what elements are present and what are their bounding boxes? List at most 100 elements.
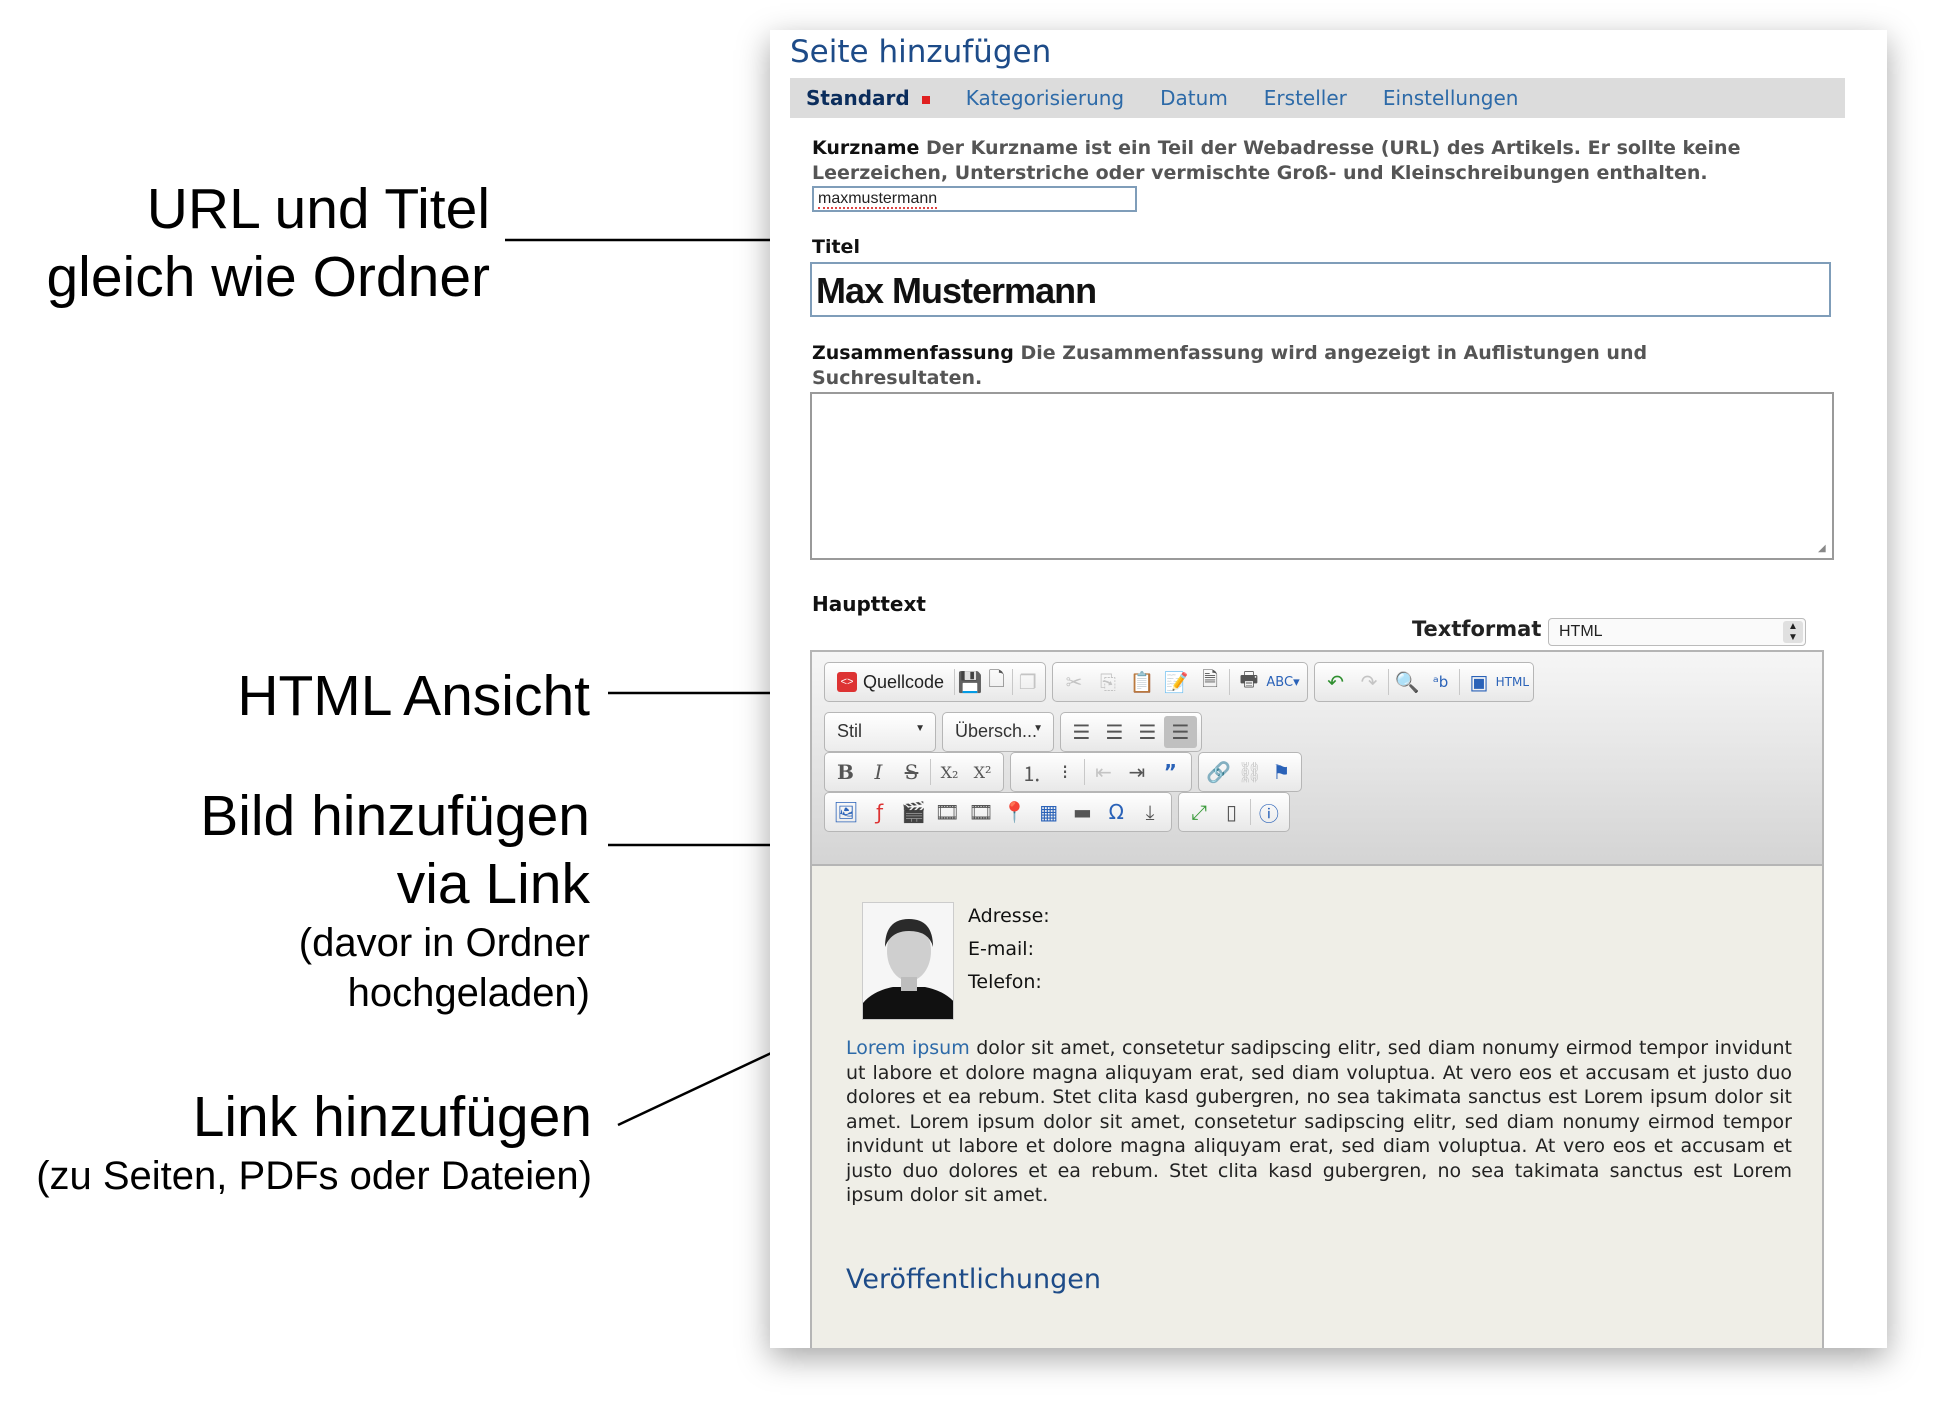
show-blocks-icon[interactable]: ▯ xyxy=(1215,796,1247,828)
horizontal-rule-icon[interactable]: ▬ xyxy=(1066,796,1100,828)
print-icon[interactable]: 🖶 xyxy=(1232,666,1266,698)
shortname-input[interactable]: maxmustermann xyxy=(812,186,1137,212)
contact-block: Adresse: E-mail: Telefon: xyxy=(968,900,1050,999)
numbered-list-icon[interactable]: ⒈ xyxy=(1015,756,1048,788)
blockquote-icon[interactable]: ” xyxy=(1154,756,1187,788)
templates-icon[interactable]: ❐ xyxy=(1015,666,1041,698)
tab-kategorisierung[interactable]: Kategorisierung xyxy=(966,86,1124,110)
rich-text-editor: <> Quellcode 💾 🗋 ❐ ✂ ⎘ 📋 📝 🗎 🖶 ABC▾ ↶ ↷ … xyxy=(810,650,1824,1348)
annotation-line: Link hinzufügen xyxy=(192,1085,592,1149)
subscript-icon[interactable]: X₂ xyxy=(933,756,966,788)
style-combo[interactable]: Stil ▼ xyxy=(824,712,936,752)
preview-icon[interactable]: 🗋 xyxy=(983,666,1009,698)
editor-content[interactable]: Adresse: E-mail: Telefon: Lorem ipsum do… xyxy=(812,866,1822,1348)
heading-combo-value: Übersch... xyxy=(955,721,1038,741)
summary-textarea[interactable]: ◢ xyxy=(810,392,1834,560)
indent-icon[interactable]: ⇥ xyxy=(1120,756,1153,788)
toolbar-group-basic-styles: B I S X₂ X² xyxy=(824,752,1004,792)
link-icon[interactable]: 🔗 xyxy=(1203,756,1234,788)
special-char-icon[interactable]: Ω xyxy=(1099,796,1133,828)
person-silhouette-icon xyxy=(863,903,953,1019)
toolbar-group-tools: ⤢ ▯ ⓘ xyxy=(1178,792,1290,832)
anchor-icon[interactable]: ⚑ xyxy=(1266,756,1297,788)
superscript-icon[interactable]: X² xyxy=(966,756,999,788)
maximize-icon[interactable]: ⤢ xyxy=(1183,796,1215,828)
replace-icon[interactable]: ᵃb xyxy=(1424,666,1457,698)
bold-icon[interactable]: B xyxy=(829,756,862,788)
copy-icon[interactable]: ⎘ xyxy=(1091,666,1125,698)
annotation-note: (davor in Ordner xyxy=(298,921,590,965)
phone-label: Telefon: xyxy=(968,971,1042,993)
save-icon[interactable]: 💾 xyxy=(957,666,983,698)
tab-standard[interactable]: Standard xyxy=(806,86,930,110)
style-combo-value: Stil xyxy=(837,721,863,741)
paragraph-text: dolor sit amet, consetetur sadipscing el… xyxy=(846,1037,1792,1206)
shortname-value: maxmustermann xyxy=(818,190,938,209)
tab-ersteller[interactable]: Ersteller xyxy=(1264,86,1347,110)
source-button-label: Quellcode xyxy=(863,671,945,692)
flash-icon[interactable]: ƒ xyxy=(863,796,897,828)
undo-icon[interactable]: ↶ xyxy=(1319,666,1352,698)
toolbar-separator xyxy=(1011,669,1013,695)
tab-datum[interactable]: Datum xyxy=(1160,86,1228,110)
align-center-icon[interactable]: ☰ xyxy=(1098,716,1131,748)
spellcheck-icon[interactable]: ABC▾ xyxy=(1266,666,1300,698)
strikethrough-icon[interactable]: S xyxy=(895,756,928,788)
page-title: Seite hinzufügen xyxy=(790,34,1052,70)
align-right-icon[interactable]: ☰ xyxy=(1131,716,1164,748)
redo-icon[interactable]: ↷ xyxy=(1352,666,1385,698)
html-cleanup-icon[interactable]: HTML xyxy=(1496,666,1529,698)
italic-icon[interactable]: I xyxy=(862,756,895,788)
outdent-icon[interactable]: ⇤ xyxy=(1087,756,1120,788)
image-icon[interactable]: 🖼 xyxy=(829,796,863,828)
heading-combo[interactable]: Übersch... ▼ xyxy=(942,712,1054,752)
paragraph-link[interactable]: Lorem ipsum xyxy=(846,1037,970,1059)
annotation-html-view: HTML Ansicht xyxy=(20,662,590,730)
email-label: E-mail: xyxy=(968,938,1034,960)
toolbar-group-document: <> Quellcode 💾 🗋 ❐ xyxy=(824,662,1046,702)
table-icon[interactable]: ▦ xyxy=(1032,796,1066,828)
bulleted-list-icon[interactable]: ⁝ xyxy=(1048,756,1081,788)
media-icon[interactable]: 🎞 xyxy=(930,796,964,828)
title-input[interactable]: Max Mustermann xyxy=(810,262,1831,317)
shortname-help: Der Kurzname ist ein Teil der Webadresse… xyxy=(812,137,1741,184)
toolbar-group-insert: 🖼 ƒ 🎬 🎞 🎞 📍 ▦ ▬ Ω ⤓ xyxy=(824,792,1172,832)
body-label: Haupttext xyxy=(812,592,926,616)
toolbar-group-clipboard: ✂ ⎘ 📋 📝 🗎 🖶 ABC▾ xyxy=(1052,662,1308,702)
about-icon[interactable]: ⓘ xyxy=(1253,796,1285,828)
annotation-add-link: Link hinzufügen (zu Seiten, PDFs oder Da… xyxy=(0,1083,592,1201)
align-left-icon[interactable]: ☰ xyxy=(1065,716,1098,748)
video-icon[interactable]: 🎬 xyxy=(897,796,931,828)
select-arrows-icon: ▲ ▼ xyxy=(1783,621,1803,643)
annotation-line: HTML Ansicht xyxy=(237,664,590,728)
textformat-value: HTML xyxy=(1559,623,1603,640)
paste-text-icon[interactable]: 📝 xyxy=(1159,666,1193,698)
title-label: Titel xyxy=(812,236,860,258)
annotation-note: hochgeladen) xyxy=(347,971,590,1015)
select-all-icon[interactable]: ▣ xyxy=(1462,666,1495,698)
toolbar-group-align: ☰ ☰ ☰ ☰ xyxy=(1060,712,1202,752)
unlink-icon[interactable]: ⛓ xyxy=(1234,756,1265,788)
editor-toolbar: <> Quellcode 💾 🗋 ❐ ✂ ⎘ 📋 📝 🗎 🖶 ABC▾ ↶ ↷ … xyxy=(812,652,1822,866)
toolbar-separator xyxy=(1249,799,1251,825)
map-marker-icon[interactable]: 📍 xyxy=(998,796,1032,828)
tab-einstellungen[interactable]: Einstellungen xyxy=(1383,86,1519,110)
paste-icon[interactable]: 📋 xyxy=(1125,666,1159,698)
embed-icon[interactable]: 🎞 xyxy=(964,796,998,828)
annotation-line: URL und Titel xyxy=(146,177,490,241)
toolbar-group-links: 🔗 ⛓ ⚑ xyxy=(1198,752,1302,792)
page-break-icon[interactable]: ⤓ xyxy=(1133,796,1167,828)
person-avatar-image xyxy=(862,902,954,1020)
find-icon[interactable]: 🔍 xyxy=(1391,666,1424,698)
align-justify-icon[interactable]: ☰ xyxy=(1164,716,1197,748)
annotation-line: gleich wie Ordner xyxy=(46,245,490,309)
cut-icon[interactable]: ✂ xyxy=(1057,666,1091,698)
source-button[interactable]: <> Quellcode xyxy=(829,672,952,693)
annotation-add-image: Bild hinzufügen via Link (davor in Ordne… xyxy=(20,782,590,1018)
textformat-select[interactable]: HTML ▲ ▼ xyxy=(1548,618,1806,646)
paste-word-icon[interactable]: 🗎 xyxy=(1193,666,1227,698)
toolbar-separator xyxy=(954,669,955,695)
annotation-url-title: URL und Titel gleich wie Ordner xyxy=(20,175,490,311)
resize-grip-icon[interactable]: ◢ xyxy=(1818,544,1830,556)
tab-label: Standard xyxy=(806,86,910,110)
